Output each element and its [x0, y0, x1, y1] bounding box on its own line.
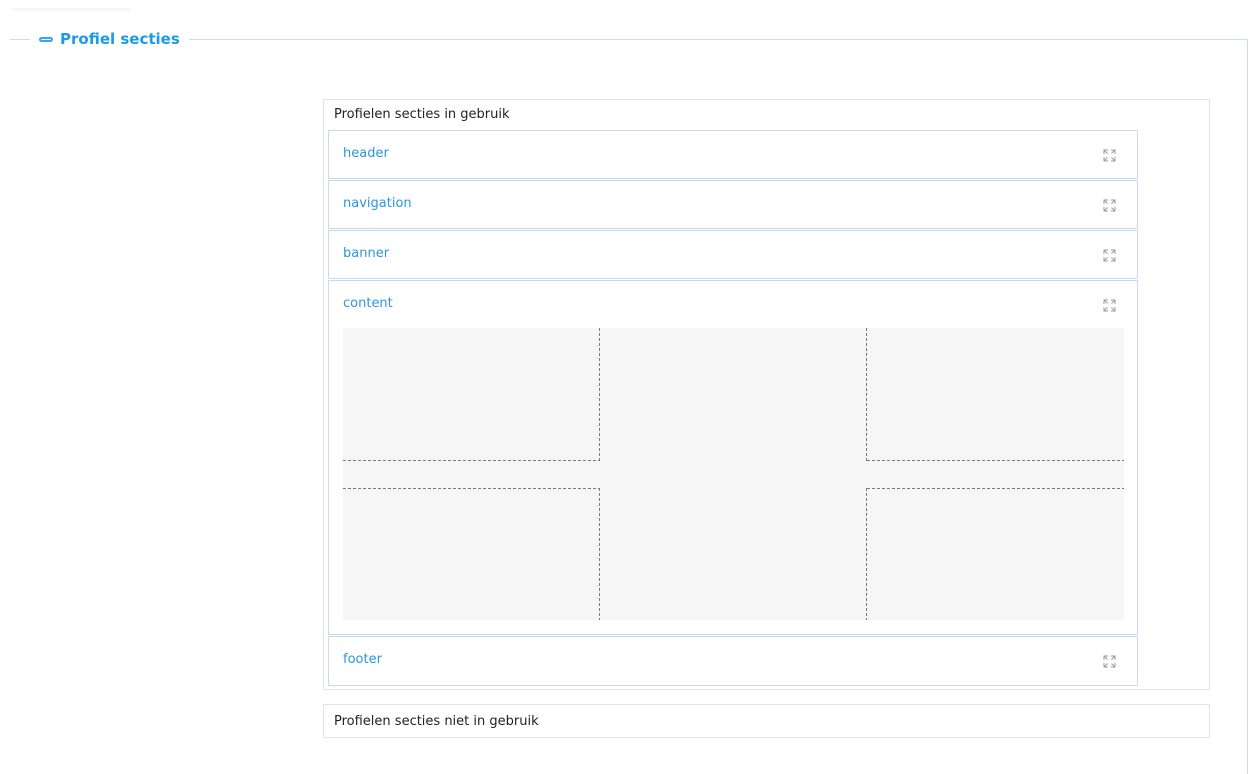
section-label-banner[interactable]: banner — [343, 246, 389, 261]
expand-icon[interactable] — [1103, 655, 1116, 668]
fieldset-legend[interactable]: Profiel secties — [30, 29, 189, 49]
section-label-footer[interactable]: footer — [343, 652, 382, 667]
sections-not-in-use-title: Profielen secties niet in gebruik — [334, 714, 539, 729]
fieldset-title: Profiel secties — [60, 30, 180, 48]
section-navigation[interactable]: navigation — [328, 180, 1138, 229]
expand-icon[interactable] — [1103, 199, 1116, 212]
fieldset-border-top — [10, 39, 1248, 40]
expand-icon[interactable] — [1103, 249, 1116, 262]
expand-icon[interactable] — [1103, 299, 1116, 312]
section-label-header[interactable]: header — [343, 146, 389, 161]
collapse-icon[interactable] — [39, 36, 53, 42]
section-content[interactable]: content — [328, 280, 1138, 635]
content-layout-guides — [343, 328, 1124, 620]
fieldset-border-right — [1247, 39, 1248, 774]
content-layout-grid — [343, 328, 1124, 620]
section-banner[interactable]: banner — [328, 230, 1138, 279]
section-label-navigation[interactable]: navigation — [343, 196, 412, 211]
section-header[interactable]: header — [328, 130, 1138, 179]
sections-in-use-title: Profielen secties in gebruik — [334, 107, 510, 122]
top-bar-stub — [12, 8, 130, 11]
sections-in-use-group: Profielen secties in gebruik header navi… — [323, 99, 1210, 690]
section-footer[interactable]: footer — [328, 636, 1138, 686]
sections-not-in-use-group[interactable]: Profielen secties niet in gebruik — [323, 704, 1210, 738]
section-label-content[interactable]: content — [343, 296, 393, 311]
expand-icon[interactable] — [1103, 149, 1116, 162]
